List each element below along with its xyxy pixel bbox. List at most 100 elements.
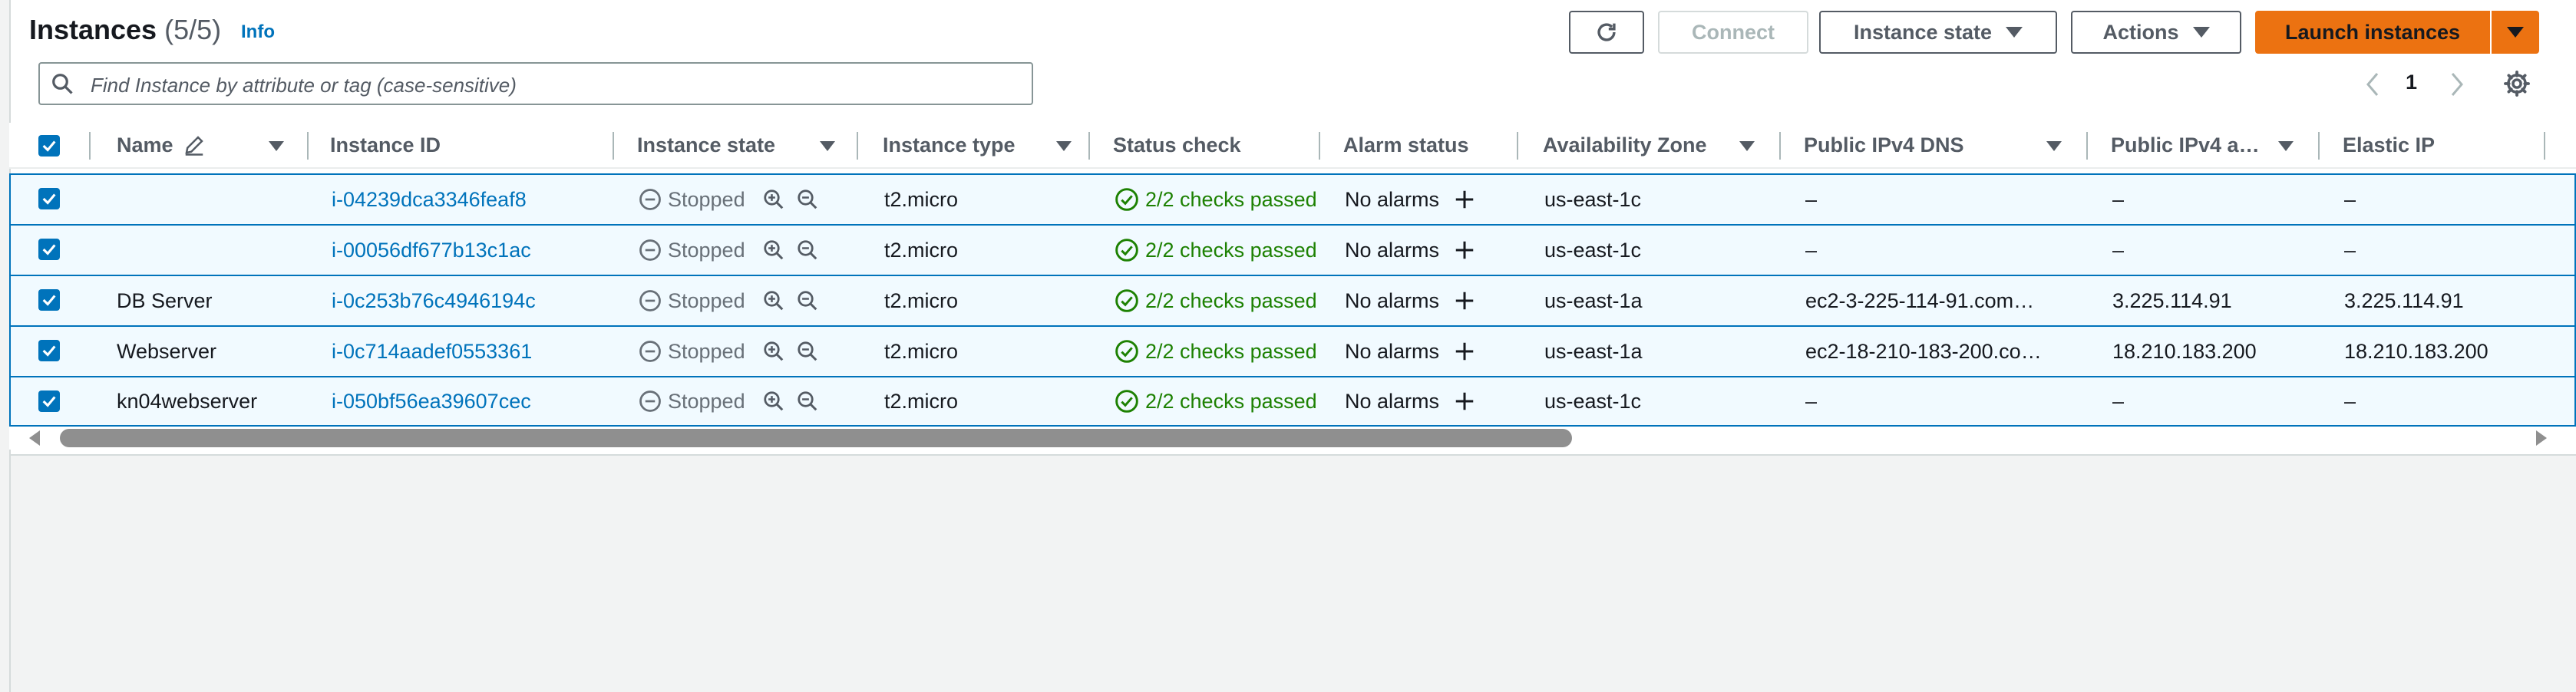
plus-icon[interactable] — [1453, 390, 1476, 413]
row-checkbox[interactable] — [38, 390, 60, 412]
cell-availability-zone: us-east-1a — [1544, 339, 1643, 363]
zoom-out-icon[interactable] — [796, 239, 819, 262]
sort-icon[interactable] — [2278, 141, 2294, 151]
scrollbar-thumb[interactable] — [60, 429, 1572, 447]
column-divider — [2086, 132, 2088, 160]
column-header-public-ipv4-dns[interactable]: Public IPv4 DNS — [1804, 123, 1964, 167]
state-label: Stopped — [668, 187, 745, 211]
column-divider — [1517, 132, 1518, 160]
column-divider — [2544, 132, 2545, 160]
state-label: Stopped — [668, 389, 745, 413]
zoom-in-icon[interactable] — [762, 340, 785, 363]
zoom-in-icon[interactable] — [762, 188, 785, 211]
cell-instance-id-link[interactable]: i-0c253b76c4946194c — [332, 276, 536, 325]
status-check-label: 2/2 checks passed — [1145, 288, 1317, 312]
column-divider — [2318, 132, 2320, 160]
previous-page-icon[interactable] — [2364, 71, 2381, 98]
column-header-instance-state[interactable]: Instance state — [637, 123, 775, 167]
cell-availability-zone: us-east-1c — [1544, 389, 1642, 413]
cell-elastic-ip: – — [2344, 238, 2356, 262]
zoom-out-icon[interactable] — [796, 390, 819, 413]
row-checkbox[interactable] — [38, 239, 60, 260]
check-icon — [42, 295, 56, 306]
cell-instance-type: t2.micro — [884, 339, 959, 363]
check-icon — [42, 345, 56, 357]
column-divider — [89, 132, 91, 160]
table-row[interactable]: Webserver i-0c714aadef0553361 Stopped t2… — [9, 325, 2576, 376]
column-divider — [857, 132, 858, 160]
instance-state-label: Instance state — [1853, 20, 1993, 44]
caret-down-icon — [2006, 27, 2023, 38]
sort-icon[interactable] — [1739, 141, 1755, 151]
table-row[interactable]: i-04239dca3346feaf8 Stopped t2.micro 2/2… — [9, 173, 2576, 224]
minus-circle-icon — [639, 341, 661, 362]
sort-icon[interactable] — [269, 141, 284, 151]
zoom-out-icon[interactable] — [796, 188, 819, 211]
check-circle-icon — [1115, 340, 1138, 363]
cell-elastic-ip: – — [2344, 389, 2356, 413]
scroll-right-icon[interactable] — [2536, 430, 2547, 446]
table-row[interactable]: kn04webserver i-050bf56ea39607cec Stoppe… — [9, 376, 2576, 427]
cell-instance-id-link[interactable]: i-00056df677b13c1ac — [332, 226, 531, 275]
zoom-in-icon[interactable] — [762, 390, 785, 413]
select-all-checkbox[interactable] — [38, 135, 60, 157]
column-header-name[interactable]: Name — [117, 123, 206, 167]
plus-icon[interactable] — [1453, 239, 1476, 262]
search-input[interactable] — [89, 71, 1013, 99]
connect-button[interactable]: Connect — [1658, 11, 1808, 54]
column-header-status-check[interactable]: Status check — [1113, 123, 1241, 167]
cell-instance-id-link[interactable]: i-04239dca3346feaf8 — [332, 175, 527, 224]
alarm-status-label: No alarms — [1345, 187, 1440, 211]
pencil-icon — [184, 136, 203, 156]
cell-alarm-status: No alarms — [1345, 175, 1476, 224]
plus-icon[interactable] — [1453, 340, 1476, 363]
cell-instance-id-link[interactable]: i-0c714aadef0553361 — [332, 327, 532, 376]
column-header-elastic-ip[interactable]: Elastic IP — [2343, 123, 2435, 167]
cell-instance-state: Stopped — [639, 226, 819, 275]
status-check-label: 2/2 checks passed — [1145, 339, 1317, 363]
launch-instances-button[interactable]: Launch instances — [2255, 11, 2490, 54]
actions-dropdown[interactable]: Actions — [2071, 11, 2241, 54]
zoom-out-icon[interactable] — [796, 289, 819, 312]
alarm-status-label: No alarms — [1345, 288, 1440, 312]
column-divider — [613, 132, 614, 160]
column-header-instance-type[interactable]: Instance type — [883, 123, 1016, 167]
cell-alarm-status: No alarms — [1345, 276, 1476, 325]
instance-state-dropdown[interactable]: Instance state — [1819, 11, 2057, 54]
row-checkbox[interactable] — [38, 340, 60, 361]
plus-icon[interactable] — [1453, 289, 1476, 312]
check-circle-icon — [1115, 188, 1138, 211]
zoom-out-icon[interactable] — [796, 340, 819, 363]
page-title-text: Instances — [29, 14, 157, 45]
cell-instance-type: t2.micro — [884, 389, 959, 413]
cell-instance-id-link[interactable]: i-050bf56ea39607cec — [332, 377, 531, 425]
next-page-icon[interactable] — [2449, 71, 2465, 98]
page-number[interactable]: 1 — [2406, 71, 2417, 94]
info-link[interactable]: Info — [241, 21, 275, 43]
scroll-left-icon[interactable] — [29, 430, 40, 446]
table-row[interactable]: i-00056df677b13c1ac Stopped t2.micro 2/2… — [9, 224, 2576, 275]
column-header-availability-zone[interactable]: Availability Zone — [1543, 123, 1707, 167]
cell-availability-zone: us-east-1c — [1544, 187, 1642, 211]
minus-circle-icon — [639, 390, 661, 412]
table-row[interactable]: DB Server i-0c253b76c4946194c Stopped t2… — [9, 275, 2576, 325]
cell-public-ipv4-address: – — [2112, 389, 2125, 413]
sort-icon[interactable] — [1056, 141, 1072, 151]
gear-icon[interactable] — [2502, 69, 2531, 98]
refresh-button[interactable] — [1569, 11, 1644, 54]
row-checkbox[interactable] — [38, 289, 60, 311]
instance-count: (5/5) — [164, 14, 222, 45]
column-header-alarm-status[interactable]: Alarm status — [1343, 123, 1469, 167]
cell-instance-type: t2.micro — [884, 238, 959, 262]
sort-icon[interactable] — [820, 141, 835, 151]
launch-options-dropdown[interactable] — [2492, 11, 2539, 54]
column-header-instance-id[interactable]: Instance ID — [330, 123, 441, 167]
sort-icon[interactable] — [2046, 141, 2062, 151]
column-header-public-ipv4-address[interactable]: Public IPv4 a… — [2111, 123, 2260, 167]
status-check-label: 2/2 checks passed — [1145, 187, 1317, 211]
zoom-in-icon[interactable] — [762, 289, 785, 312]
zoom-in-icon[interactable] — [762, 239, 785, 262]
row-checkbox[interactable] — [38, 188, 60, 209]
table-header-row: Name Instance ID Instance state Instance… — [9, 123, 2576, 169]
plus-icon[interactable] — [1453, 188, 1476, 211]
